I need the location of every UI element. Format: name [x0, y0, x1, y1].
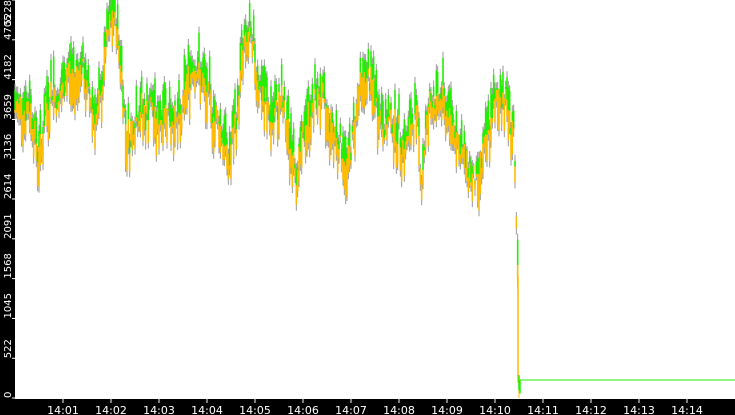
x-tick-label: 14:04 [191, 404, 223, 415]
y-tick-label: 2614 [3, 174, 14, 199]
x-tick-label: 14:08 [383, 404, 415, 415]
x-tick-label: 14:02 [95, 404, 127, 415]
y-tick-label: 3136 [3, 134, 14, 159]
y-tick-label: 1568 [3, 253, 14, 278]
x-tick-label: 14:07 [335, 404, 367, 415]
x-tick-label: 14:11 [527, 404, 559, 415]
x-tick-label: 14:13 [623, 404, 655, 415]
y-tick-label: 0 [3, 392, 14, 398]
y-tick-label: 4182 [3, 54, 14, 79]
chart: 0 522 1045 1568 2091 2614 3136 3659 4182 4705 5228… [0, 0, 735, 415]
y-tick-label: 5228 [3, 0, 14, 25]
x-tick-label: 14:03 [143, 404, 175, 415]
x-tick-label: 14:01 [47, 404, 79, 415]
y-tick-label: 3659 [3, 94, 14, 119]
x-tick-label: 14:12 [575, 404, 607, 415]
x-tick-label: 14:10 [479, 404, 511, 415]
x-tick-label: 14:14 [671, 404, 703, 415]
y-tick-label: 1045 [3, 293, 14, 318]
y-tick-label: 2091 [3, 213, 14, 238]
x-tick-label: 14:06 [287, 404, 319, 415]
plot-area: 0522104515682091261431363659418247055228… [3, 0, 735, 415]
x-tick-label: 14:05 [239, 404, 271, 415]
y-tick-label: 522 [3, 339, 14, 358]
x-tick-label: 14:09 [431, 404, 463, 415]
